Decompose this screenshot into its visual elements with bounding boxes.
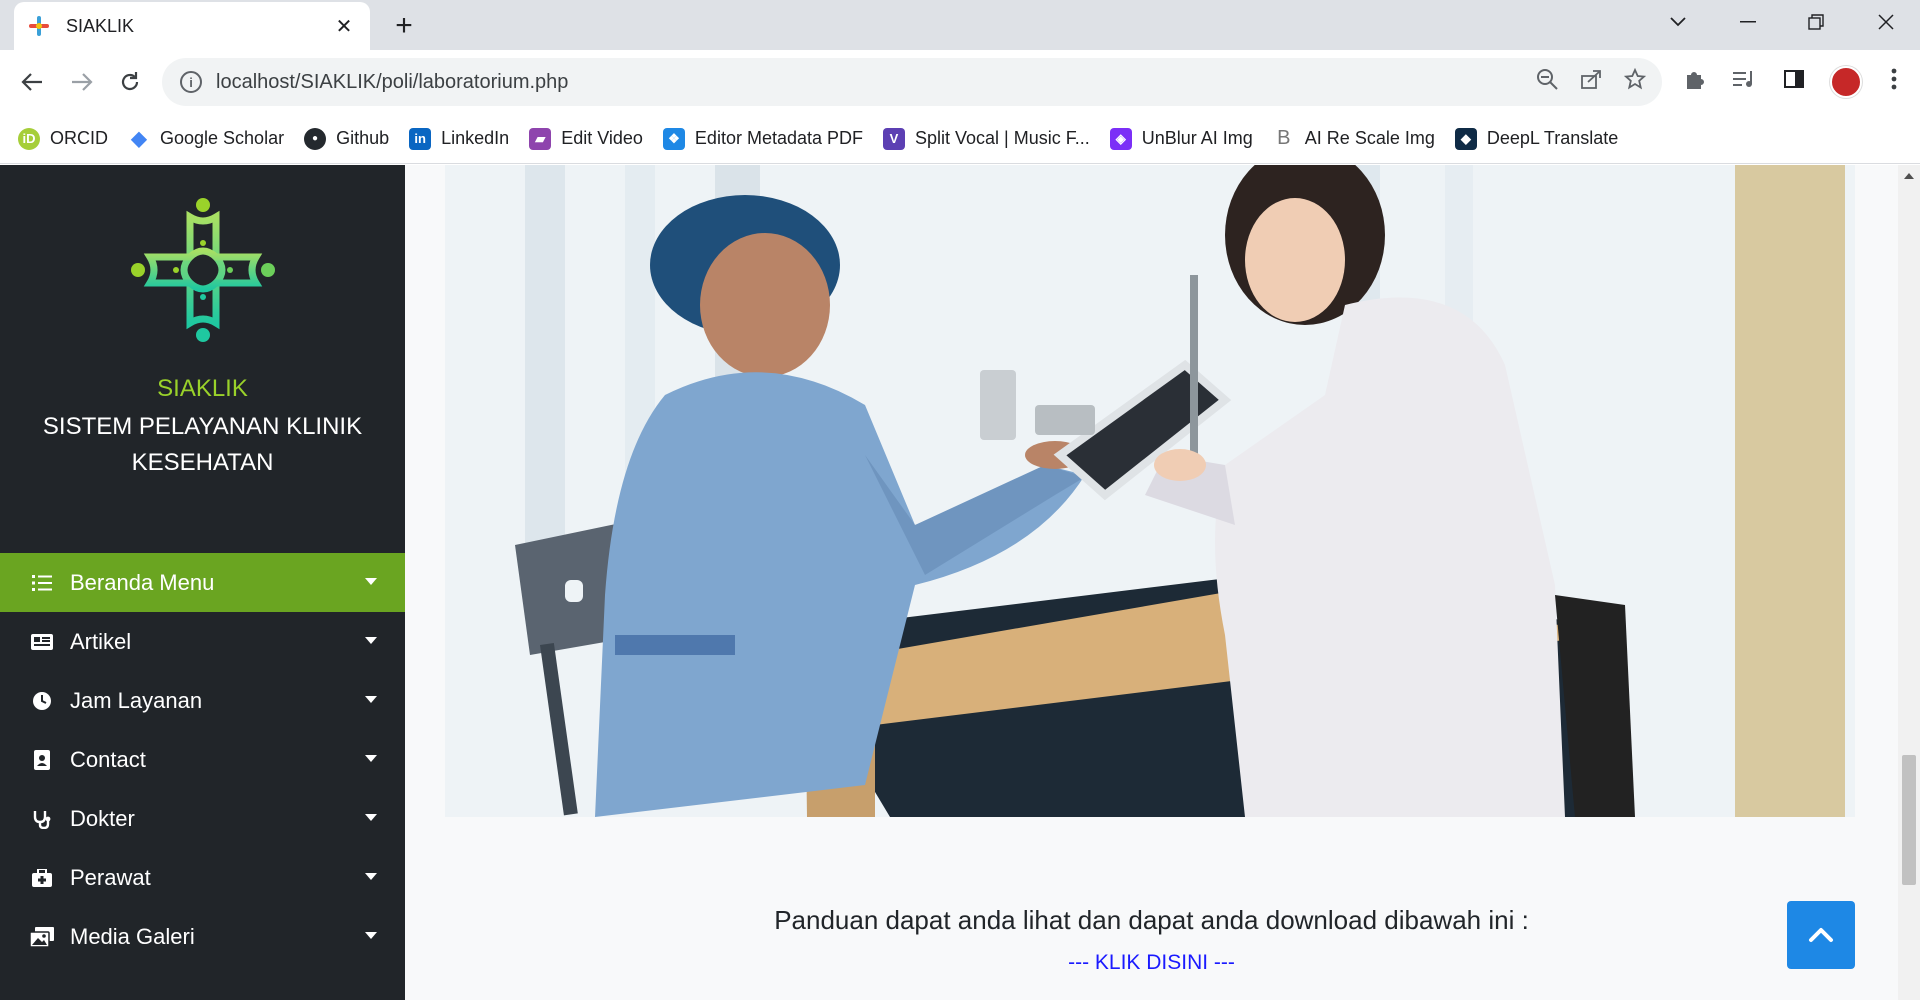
hero-image-doctor-patient [445,165,1855,817]
browser-toolbar: i localhost/SIAKLIK/poli/laboratorium.ph… [0,50,1920,114]
extensions-puzzle-icon[interactable] [1680,68,1708,96]
menu-label: Contact [70,746,146,772]
siaklik-favicon-icon [28,15,50,37]
menu-item-artikel[interactable]: Artikel [0,612,405,671]
page-viewport: SIAKLIK SISTEM PELAYANAN KLINIK KESEHATA… [0,165,1920,1000]
sidebar: SIAKLIK SISTEM PELAYANAN KLINIK KESEHATA… [0,165,405,1000]
orcid-icon: iD [18,127,40,150]
tab-title: SIAKLIK [66,15,135,36]
bookmark-label: DeepL Translate [1486,128,1619,148]
bookmark-label: Github [336,128,390,148]
unblur-icon: ◈ [1109,127,1132,150]
close-window-icon[interactable] [1856,0,1916,44]
address-bar[interactable]: i localhost/SIAKLIK/poli/laboratorium.ph… [162,58,1662,106]
zoom-icon[interactable] [1536,68,1558,96]
brand-name: SIAKLIK [157,375,248,402]
bookmark-metadata-pdf[interactable]: ❖ Editor Metadata PDF [662,127,863,150]
profile-avatar[interactable] [1830,66,1862,98]
browser-menu-icon[interactable] [1880,68,1908,96]
menu-item-media-galeri[interactable]: Media Galeri [0,907,405,966]
rescale-icon: B [1277,127,1291,149]
scrollbar-thumb[interactable] [1902,755,1916,885]
sidebar-menu: Beranda Menu Artikel Jam Layanan Contact… [0,553,405,966]
newspaper-icon [28,633,56,650]
bookmark-star-icon[interactable] [1623,67,1647,96]
menu-label: Jam Layanan [70,687,203,713]
side-panel-icon[interactable] [1780,69,1808,95]
minimize-icon[interactable] [1718,0,1778,44]
bookmark-google-scholar[interactable]: ◆ Google Scholar [128,128,284,150]
bookmark-label: Edit Video [561,128,643,148]
panduan-text: Panduan dapat anda lihat dan dapat anda … [774,905,1529,935]
bookmark-rescale[interactable]: B AI Re Scale Img [1273,127,1435,150]
bookmark-label: Split Vocal | Music F... [915,128,1090,148]
bookmark-split-vocal[interactable]: V Split Vocal | Music F... [883,127,1090,150]
menu-item-perawat[interactable]: Perawat [0,848,405,907]
menu-item-beranda[interactable]: Beranda Menu [0,553,405,612]
share-icon[interactable] [1580,68,1602,96]
menu-item-jam-layanan[interactable]: Jam Layanan [0,671,405,730]
medkit-icon [28,868,56,887]
browser-tab[interactable]: SIAKLIK ✕ [14,2,370,50]
deepl-icon: ◆ [1454,127,1477,150]
tab-search-chevron-icon[interactable] [1648,0,1708,44]
menu-label: Artikel [70,628,132,654]
linkedin-icon: in [409,127,432,150]
bookmark-label: LinkedIn [441,128,510,148]
bookmark-github[interactable]: ● Github [304,127,390,150]
tab-strip: SIAKLIK ✕ + [0,0,1920,50]
bookmark-orcid[interactable]: iD ORCID [18,127,108,150]
bookmark-label: ORCID [50,128,108,148]
url-text: localhost/SIAKLIK/poli/laboratorium.php [216,70,569,93]
caret-down-icon [365,814,377,821]
caret-down-icon [365,578,377,585]
bookmarks-bar: iD ORCID ◆ Google Scholar ● Github in Li… [0,114,1920,164]
list-icon [28,574,56,592]
media-controls-icon[interactable] [1730,69,1758,95]
menu-label: Dokter [70,805,135,831]
stethoscope-icon [28,809,56,829]
bookmark-label: Editor Metadata PDF [694,128,863,148]
menu-label: Perawat [70,864,151,890]
brand-subtitle: SISTEM PELAYANAN KLINIK KESEHATAN [42,413,363,476]
caret-down-icon [365,932,377,939]
caret-down-icon [365,696,377,703]
google-scholar-icon: ◆ [131,128,147,150]
reload-button[interactable] [110,62,150,102]
images-icon [28,926,56,947]
contact-card-icon [28,749,56,770]
caret-down-icon [365,637,377,644]
bookmark-label: AI Re Scale Img [1304,128,1435,148]
back-button[interactable] [12,62,52,102]
main-content: Panduan dapat anda lihat dan dapat anda … [405,165,1898,1000]
bookmark-edit-video[interactable]: ▰ Edit Video [529,127,643,150]
scroll-to-top-button[interactable] [1787,901,1855,969]
new-tab-button[interactable]: + [384,8,424,44]
download-link[interactable]: --- KLIK DISINI --- [405,951,1898,975]
split-vocal-icon: V [883,127,905,150]
bookmark-deepl[interactable]: ◆ DeepL Translate [1454,127,1619,150]
metadata-pdf-icon: ❖ [662,127,685,150]
clock-icon [28,691,56,711]
menu-item-dokter[interactable]: Dokter [0,789,405,848]
github-icon: ● [304,127,327,150]
forward-button[interactable] [62,62,102,102]
site-info-icon[interactable]: i [180,71,202,93]
menu-label: Beranda Menu [70,569,215,595]
close-tab-icon[interactable]: ✕ [332,14,356,39]
chevron-up-icon [1809,928,1833,942]
scroll-up-arrow-icon[interactable] [1904,173,1914,179]
bookmark-label: UnBlur AI Img [1141,128,1253,148]
page-scrollbar[interactable] [1898,165,1920,1000]
menu-item-contact[interactable]: Contact [0,730,405,789]
caret-down-icon [365,873,377,880]
siaklik-logo [128,195,278,345]
restore-icon[interactable] [1786,0,1846,44]
caret-down-icon [365,755,377,762]
menu-label: Media Galeri [70,923,195,949]
edit-video-icon: ▰ [529,127,552,150]
bookmark-linkedin[interactable]: in LinkedIn [409,127,510,150]
bookmark-label: Google Scholar [160,128,285,148]
bookmark-unblur[interactable]: ◈ UnBlur AI Img [1109,127,1253,150]
